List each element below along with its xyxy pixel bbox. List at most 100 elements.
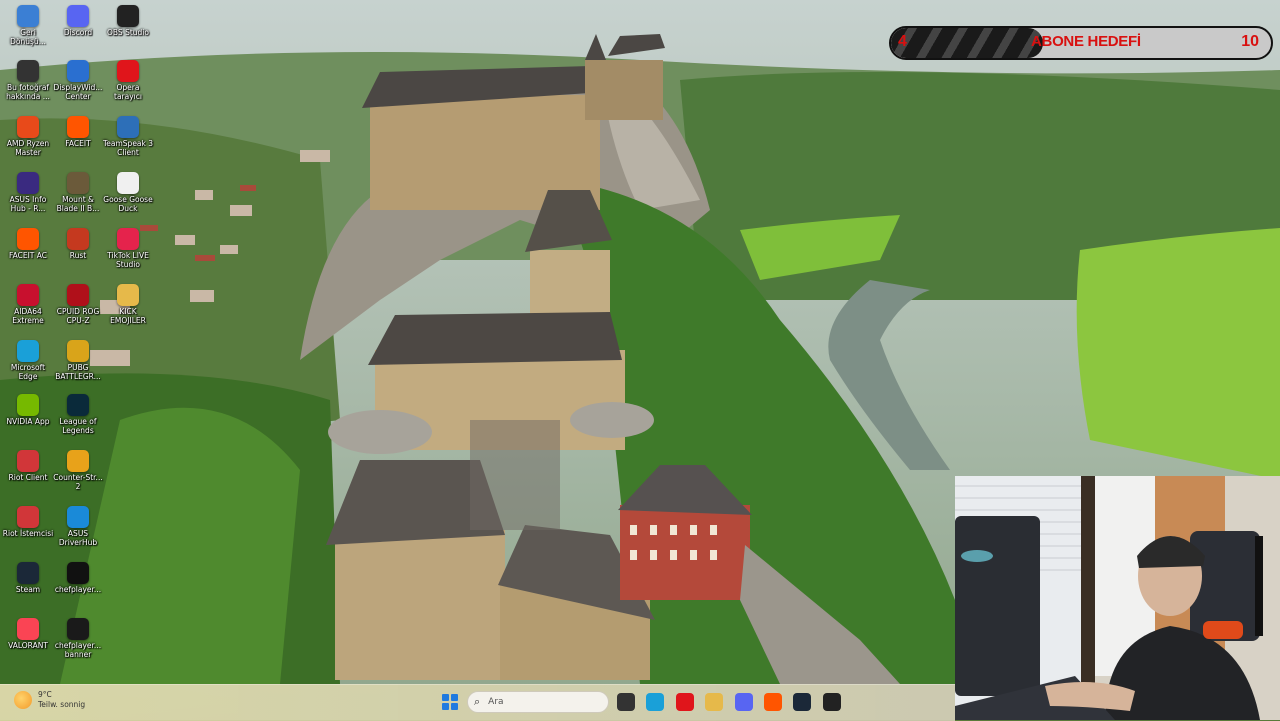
desktop-icon-label: VALORANT [8,641,48,650]
goal-title: ABONE HEDEFİ [1031,33,1141,50]
desktop-icon-label: OBS Studio [107,28,149,37]
pubg-icon [67,340,89,362]
chefplayer-banner-icon [67,618,89,640]
desktop-icon[interactable]: DisplayWid... Center [53,60,103,116]
desktop-icon[interactable]: AIDA64 Extreme [3,284,53,340]
valorant-icon [17,618,39,640]
desktop-icon-label: AIDA64 Extreme [12,307,44,325]
goal-progress-fill [891,28,1043,58]
chefplayer-icon [67,562,89,584]
cs2-icon [67,450,89,472]
edge-icon [17,340,39,362]
opera-icon [117,60,139,82]
subscriber-goal-widget: 4 ABONE HEDEFİ 10 [889,26,1273,60]
desktop-icon[interactable]: Geri Dönüşü... [3,5,53,61]
desktop-icon-label: Riot İstemcisi [2,529,54,538]
desktop-icon[interactable]: CPUID ROG CPU-Z [53,284,103,340]
taskbar-search[interactable]: ⌕ Ara [467,691,609,713]
amd-icon [17,116,39,138]
search-placeholder: Ara [488,697,504,707]
desktop-icon[interactable]: VALORANT [3,618,53,674]
asus-driverhub-icon [67,506,89,528]
desktop-icon[interactable]: Goose Goose Duck [103,172,153,228]
webcam-feed [955,476,1280,720]
desktop-icon[interactable]: KICK EMOJILER [103,284,153,340]
goose-icon [117,172,139,194]
desktop-icon-label: Riot Client [8,473,48,482]
desktop-icon[interactable]: ASUS DriverHub [53,506,103,562]
desktop-icon[interactable]: TikTok LIVE Studio [103,228,153,284]
desktop-icon[interactable]: Rust [53,228,103,284]
obs-icon[interactable] [823,693,841,711]
desktop-icon-label: TikTok LIVE Studio [107,251,149,269]
desktop-icon-label: Bu fotoğraf hakkında ... [6,83,50,101]
desktop-icon[interactable]: chefplayer... banner [53,618,103,674]
desktop-icon[interactable]: PUBG BATTLEGR... [53,340,103,396]
desktop-icon-label: FACEIT AC [8,251,47,260]
desktop-icon-label: League of Legends [59,417,97,435]
desktop-icon-label: Mount & Blade II B... [56,195,100,213]
recycle-bin-icon [17,5,39,27]
desktop-icon[interactable]: Riot Client [3,450,53,506]
start-button[interactable] [442,694,458,710]
desktop-icon-label: Rust [69,251,87,260]
goal-current-count: 4 [898,33,907,50]
desktop-icon[interactable]: chefplayer... [53,562,103,618]
desktop-icon-label: Goose Goose Duck [103,195,153,213]
desktop-icon[interactable]: TeamSpeak 3 Client [103,116,153,172]
folder-icon[interactable] [705,693,723,711]
desktop-icon-label: ASUS DriverHub [58,529,98,547]
obs-icon [117,5,139,27]
desktop-icon[interactable]: League of Legends [53,394,103,450]
desktop-icon[interactable]: Discord [53,5,103,61]
desktop-icon[interactable]: ASUS Info Hub - R... [3,172,53,228]
desktop-icon-label: Geri Dönüşü... [10,28,46,46]
tiktok-icon [117,228,139,250]
desktop-icon[interactable]: FACEIT [53,116,103,172]
display-icon [67,60,89,82]
desktop-icon-label: Discord [63,28,93,37]
desktop-icon-label: CPUID ROG CPU-Z [56,307,100,325]
teamspeak-icon [117,116,139,138]
desktop-icon[interactable]: Bu fotoğraf hakkında ... [3,60,53,116]
desktop-icon[interactable]: Mount & Blade II B... [53,172,103,228]
aida64-icon [17,284,39,306]
faceit-icon[interactable] [764,693,782,711]
discord-icon[interactable] [735,693,753,711]
search-icon: ⌕ [474,695,481,708]
desktop-icon-label: DisplayWid... Center [53,83,103,101]
desktop-icon-label: chefplayer... banner [54,641,102,659]
info-icon [17,60,39,82]
desktop-icon[interactable]: NVIDIA App [3,394,53,450]
goal-target-count: 10 [1241,33,1259,50]
taskbar: 9°C Teilw. sonnig ⌕ Ara [0,684,955,721]
opera-icon[interactable] [676,693,694,711]
desktop-icon[interactable]: FACEIT AC [3,228,53,284]
nvidia-icon [17,394,39,416]
desktop-icon-label: ASUS Info Hub - R... [9,195,47,213]
asus-icon [17,172,39,194]
desktop-icon-label: chefplayer... [54,585,102,594]
riot-client-icon [17,506,39,528]
desktop-icon[interactable]: AMD Ryzen Master [3,116,53,172]
desktop-icon[interactable]: OBS Studio [103,5,153,61]
desktop-icon-label: FACEIT [65,139,91,148]
desktop-icon-label: KICK EMOJILER [110,307,146,325]
desktop-icon[interactable]: Microsoft Edge [3,340,53,396]
desktop-icon[interactable]: Riot İstemcisi [3,506,53,562]
weather-widget[interactable]: 9°C Teilw. sonnig [14,690,85,710]
desktop-icon-label: Steam [15,585,41,594]
edge-icon[interactable] [646,693,664,711]
faceit-ac-icon [17,228,39,250]
file-explorer-icon[interactable] [617,693,635,711]
weather-description: Teilw. sonnig [38,700,86,709]
faceit-icon [67,116,89,138]
desktop-icon[interactable]: Counter-Str... 2 [53,450,103,506]
desktop-icon[interactable]: Opera tarayıcı [103,60,153,116]
steam-icon [17,562,39,584]
desktop-icon-label: TeamSpeak 3 Client [102,139,154,157]
weather-sun-icon [14,691,32,709]
steam-icon[interactable] [793,693,811,711]
desktop-icon[interactable]: Steam [3,562,53,618]
rust-icon [67,228,89,250]
